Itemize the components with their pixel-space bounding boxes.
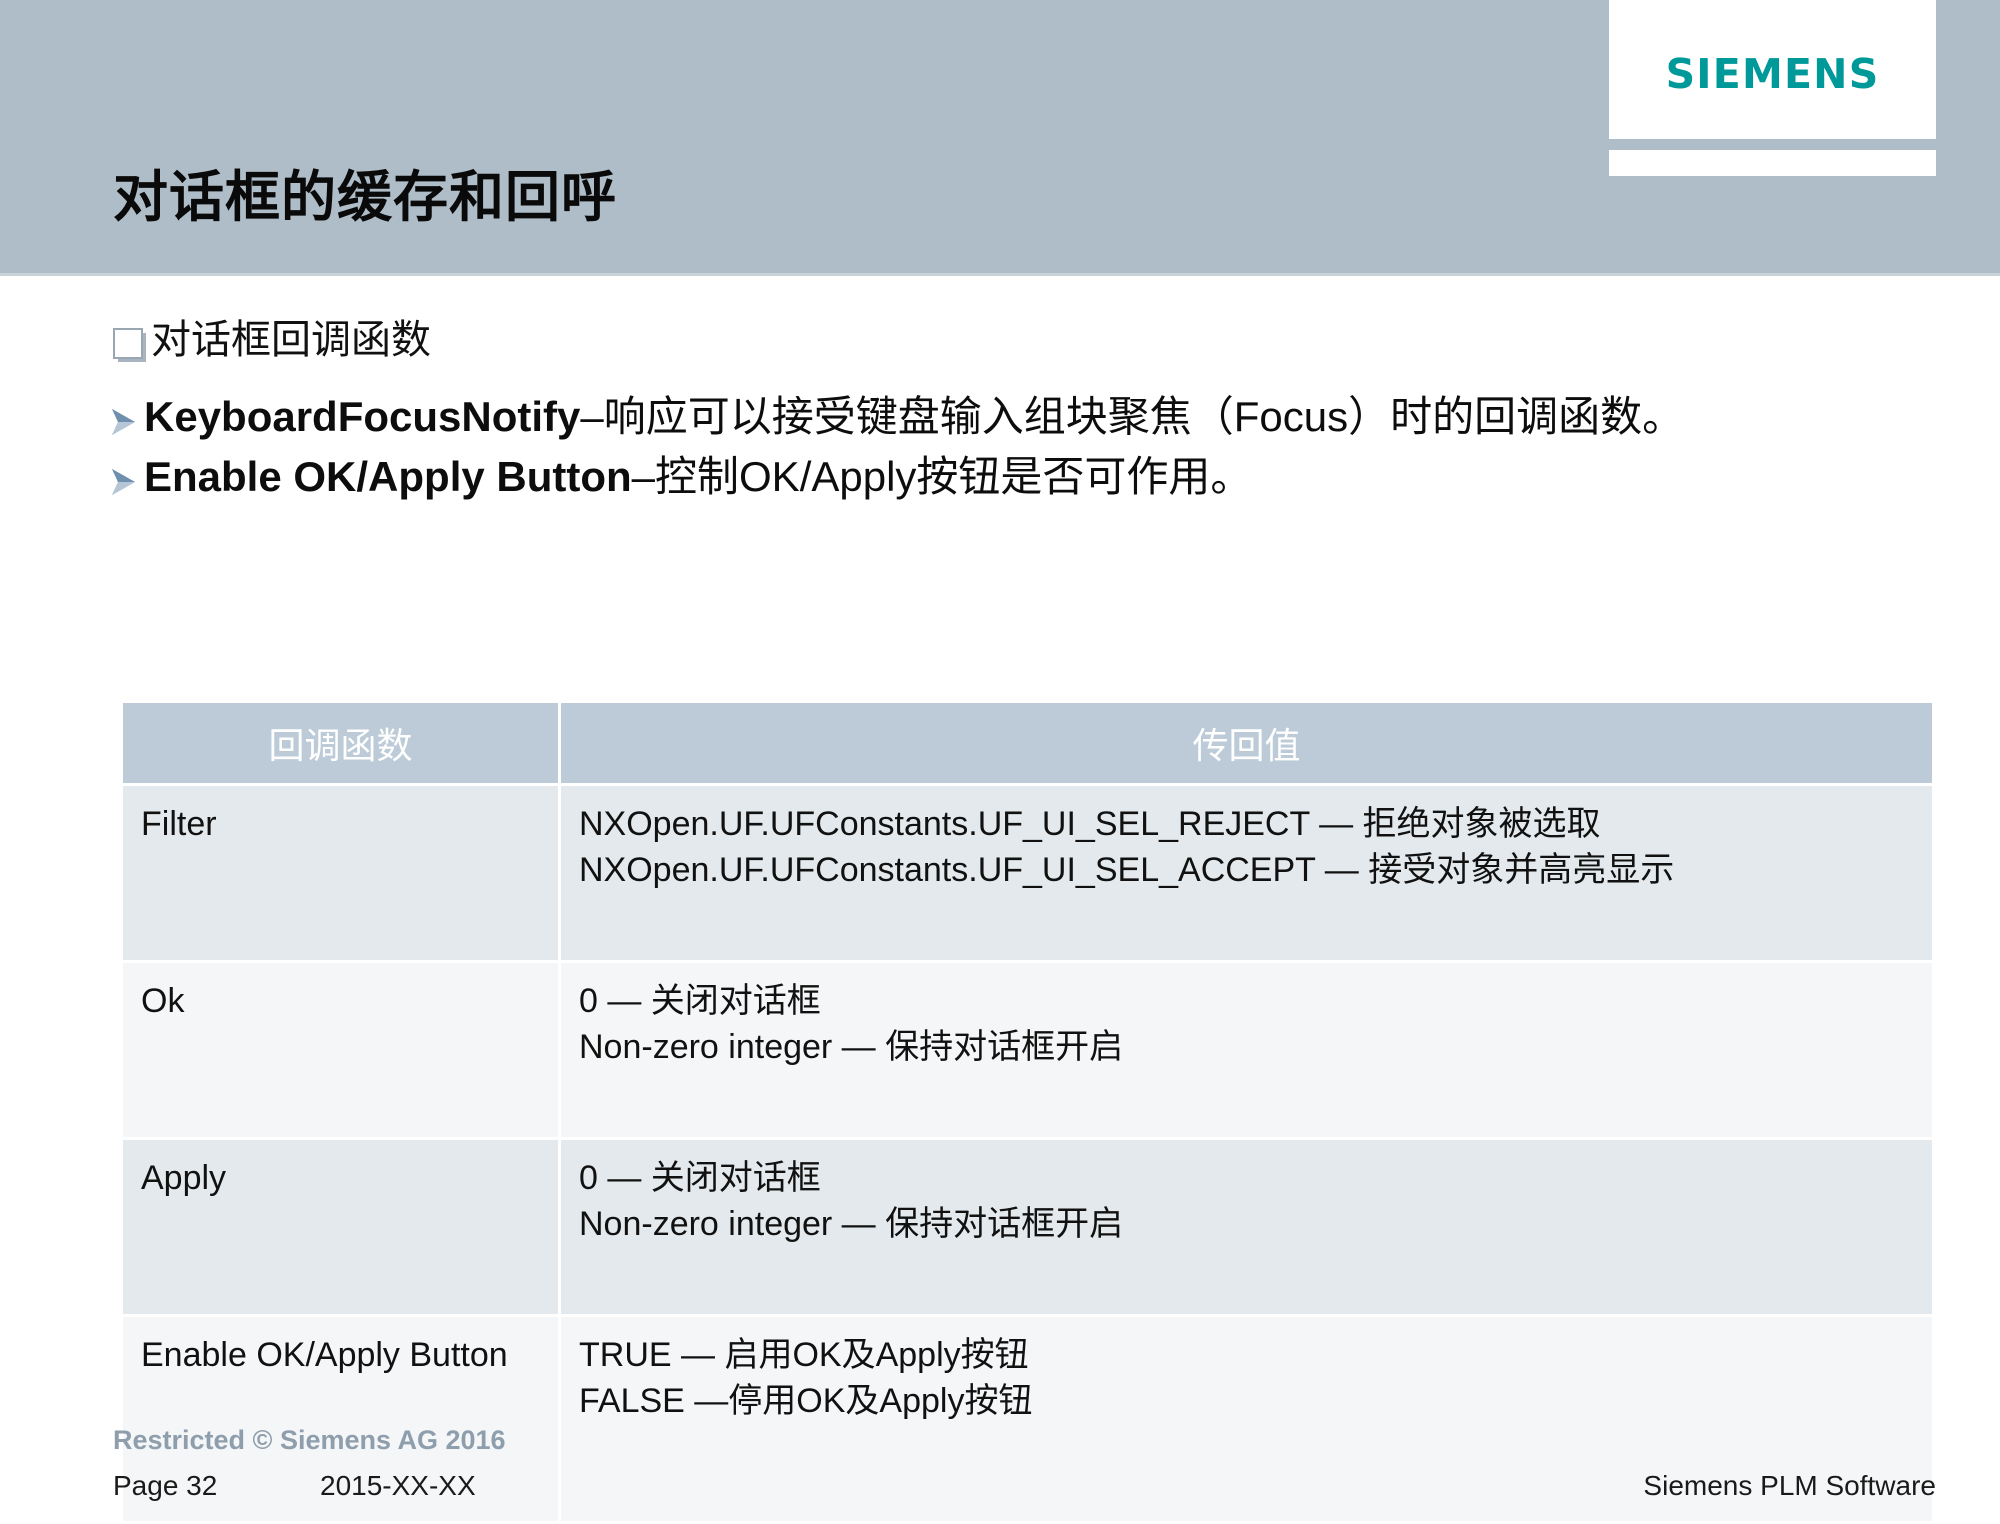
footer-date: 2015-XX-XX: [320, 1470, 476, 1501]
bullet-level2-english: KeyboardFocusNotify: [144, 393, 581, 440]
table-cell-value-line: FALSE —停用OK及Apply按钮: [579, 1381, 1033, 1420]
arrow-bullet-icon: [112, 409, 135, 435]
table-cell-value-line: TRUE — 启用OK及Apply按钮: [579, 1336, 1029, 1374]
table-cell-callback: Ok: [120, 960, 561, 1140]
siemens-logo-box: SIEMENS: [1609, 0, 1936, 139]
table-cell-value-line: Non-zero integer — 保持对话框开启: [579, 1027, 1124, 1066]
table-row: Filter NXOpen.UF.UFConstants.UF_UI_SEL_R…: [120, 783, 1935, 963]
siemens-logo-strip: [1609, 150, 1936, 176]
table-cell-value-line: 0 — 关闭对话框: [579, 1159, 821, 1197]
bullet-level1-label: 对话框回调函数: [151, 318, 431, 362]
table-cell-callback: Filter: [120, 783, 561, 963]
table-cell-values: NXOpen.UF.UFConstants.UF_UI_SEL_REJECT —…: [558, 783, 1935, 963]
table-cell-values: 0 — 关闭对话框 Non-zero integer — 保持对话框开启: [558, 960, 1935, 1140]
table-cell-values: 0 — 关闭对话框 Non-zero integer — 保持对话框开启: [558, 1137, 1935, 1317]
callback-table: 回调函数 传回值 Filter NXOpen.UF.UFConstants.UF…: [120, 700, 1935, 1524]
footer-restricted-notice: Restricted © Siemens AG 2016: [113, 1425, 506, 1455]
table-header-return-value: 传回值: [558, 700, 1935, 786]
siemens-logo-text: SIEMENS: [1665, 49, 1880, 98]
page-title: 对话框的缓存和回呼: [113, 166, 618, 228]
table-cell-value-line: NXOpen.UF.UFConstants.UF_UI_SEL_REJECT —…: [579, 805, 1601, 843]
footer-brand: Siemens PLM Software: [1643, 1470, 1936, 1501]
table-cell-callback: Apply: [120, 1137, 561, 1317]
table-row: Ok 0 — 关闭对话框 Non-zero integer — 保持对话框开启: [120, 960, 1935, 1140]
bullet-level2-chinese: –响应可以接受键盘输入组块聚焦（Focus）时的回调函数。: [580, 393, 1685, 440]
arrow-bullet-icon: [112, 469, 135, 495]
bullet-level2-item: Enable OK/Apply Button–控制OK/Apply按钮是否可作用…: [108, 453, 1684, 503]
bullet-level2-chinese: –控制OK/Apply按钮是否可作用。: [631, 453, 1253, 500]
bullet-level2-item: KeyboardFocusNotify–响应可以接受键盘输入组块聚焦（Focus…: [108, 393, 1684, 443]
table-cell-value-line: NXOpen.UF.UFConstants.UF_UI_SEL_ACCEPT —…: [579, 850, 1675, 889]
bullet-level2-group: KeyboardFocusNotify–响应可以接受键盘输入组块聚焦（Focus…: [108, 393, 1684, 513]
bullet-level2-english: Enable OK/Apply Button: [144, 453, 632, 500]
square-bullet-icon: [113, 328, 143, 359]
slide-header-underline: [0, 273, 2000, 276]
bullet-level1: 对话框回调函数: [113, 318, 431, 362]
table-header-callback: 回调函数: [120, 700, 561, 786]
table-header-row: 回调函数 传回值: [120, 700, 1935, 786]
table-row: Apply 0 — 关闭对话框 Non-zero integer — 保持对话框…: [120, 1137, 1935, 1317]
table-cell-value-line: 0 — 关闭对话框: [579, 982, 821, 1020]
table-cell-value-line: Non-zero integer — 保持对话框开启: [579, 1204, 1124, 1243]
footer-page-number: Page 32: [113, 1470, 218, 1501]
